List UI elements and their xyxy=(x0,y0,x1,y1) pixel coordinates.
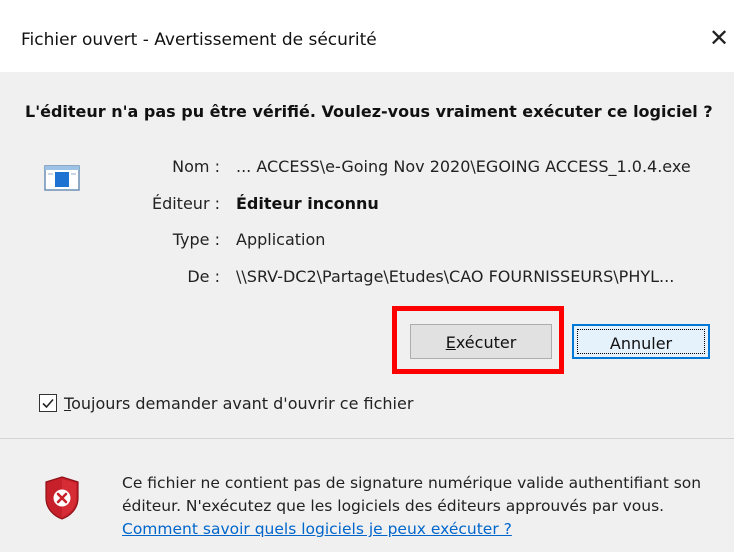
dialog-title: Fichier ouvert - Avertissement de sécuri… xyxy=(21,30,377,50)
name-value: ... ACCESS\e-Going Nov 2020\EGOING ACCES… xyxy=(236,157,691,176)
title-bar: Fichier ouvert - Avertissement de sécuri… xyxy=(0,0,734,72)
from-label: De : xyxy=(187,267,220,286)
close-icon[interactable]: ✕ xyxy=(706,26,732,52)
focus-rectangle xyxy=(577,329,705,354)
publisher-label: Éditeur : xyxy=(151,194,220,213)
checkmark-icon xyxy=(42,398,54,409)
from-value: \\SRV-DC2\Partage\Etudes\CAO FOURNISSEUR… xyxy=(236,267,675,286)
help-link[interactable]: Comment savoir quels logiciels je peux e… xyxy=(122,520,512,538)
always-ask-accelerator: T xyxy=(64,394,72,413)
security-warning-dialog: Fichier ouvert - Avertissement de sécuri… xyxy=(0,0,734,552)
type-value: Application xyxy=(236,230,326,249)
shield-warning-icon xyxy=(45,476,79,520)
verification-question: L'éditeur n'a pas pu être vérifié. Voule… xyxy=(25,102,713,121)
type-label: Type : xyxy=(172,230,220,249)
publisher-value: Éditeur inconnu xyxy=(236,194,379,213)
always-ask-text: oujours demander avant d'ouvrir ce fichi… xyxy=(71,394,414,413)
execute-highlight-box xyxy=(392,306,564,374)
always-ask-label[interactable]: Toujours demander avant d'ouvrir ce fich… xyxy=(64,394,413,413)
cancel-button[interactable]: Annuler xyxy=(572,324,710,359)
dialog-content xyxy=(0,72,734,438)
name-label: Nom : xyxy=(172,157,220,176)
signature-warning-text: Ce fichier ne contient pas de signature … xyxy=(122,472,722,541)
always-ask-checkbox[interactable] xyxy=(39,394,57,412)
warning-message: Ce fichier ne contient pas de signature … xyxy=(122,474,702,515)
